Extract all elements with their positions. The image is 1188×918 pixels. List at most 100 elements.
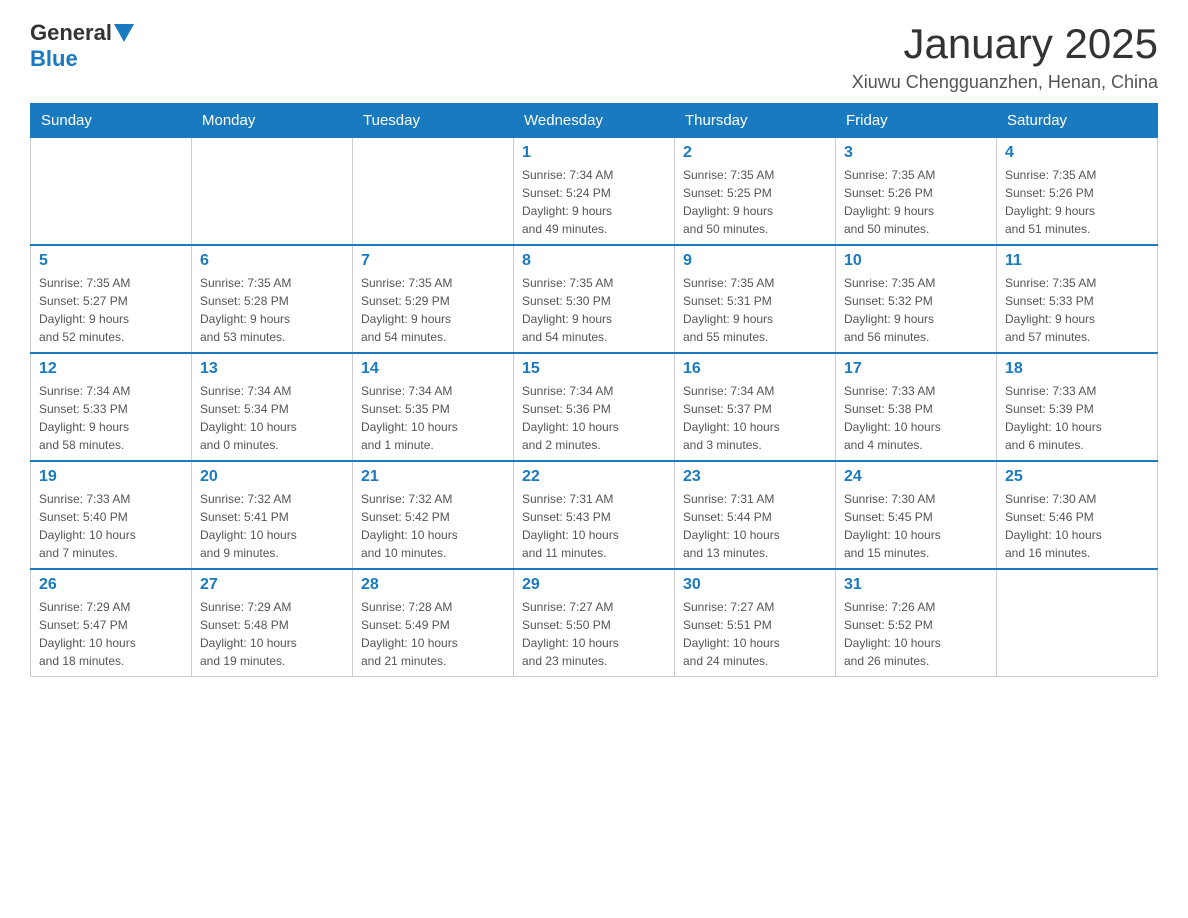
- weekday-header-sunday: Sunday: [31, 104, 192, 138]
- day-number: 3: [844, 144, 988, 162]
- weekday-header-monday: Monday: [192, 104, 353, 138]
- day-info: Sunrise: 7:33 AM Sunset: 5:39 PM Dayligh…: [1005, 382, 1149, 454]
- day-info: Sunrise: 7:33 AM Sunset: 5:38 PM Dayligh…: [844, 382, 988, 454]
- day-number: 11: [1005, 252, 1149, 270]
- day-number: 30: [683, 576, 827, 594]
- day-number: 22: [522, 468, 666, 486]
- calendar-cell: 4Sunrise: 7:35 AM Sunset: 5:26 PM Daylig…: [997, 138, 1158, 246]
- day-number: 9: [683, 252, 827, 270]
- day-info: Sunrise: 7:30 AM Sunset: 5:45 PM Dayligh…: [844, 490, 988, 562]
- day-number: 19: [39, 468, 183, 486]
- calendar-cell: 14 Sunrise: 7:34 AM Sunset: 5:35 PM Dayli…: [353, 353, 514, 461]
- day-number: 2: [683, 144, 827, 162]
- day-number: 14: [361, 360, 505, 378]
- day-number: 29: [522, 576, 666, 594]
- day-info: Sunrise: 7:35 AM Sunset: 5:25 PM Dayligh…: [683, 166, 827, 238]
- day-number: 20: [200, 468, 344, 486]
- day-number: 6: [200, 252, 344, 270]
- calendar-cell: 6 Sunrise: 7:35 AM Sunset: 5:28 PM Daylig…: [192, 245, 353, 353]
- day-number: 21: [361, 468, 505, 486]
- day-number: 12: [39, 360, 183, 378]
- calendar-cell: 17 Sunrise: 7:33 AM Sunset: 5:38 PM Dayli…: [836, 353, 997, 461]
- calendar-cell: [353, 138, 514, 246]
- calendar-week-row: 1Sunrise: 7:34 AM Sunset: 5:24 PM Daylig…: [31, 138, 1158, 246]
- title-section: January 2025 Xiuwu Chengguanzhen, Henan,…: [852, 20, 1158, 93]
- day-info: Sunrise: 7:28 AM Sunset: 5:49 PM Dayligh…: [361, 598, 505, 670]
- day-info: Sunrise: 7:32 AM Sunset: 5:41 PM Dayligh…: [200, 490, 344, 562]
- day-number: 25: [1005, 468, 1149, 486]
- logo: General Blue: [30, 20, 136, 72]
- calendar-cell: 9 Sunrise: 7:35 AM Sunset: 5:31 PM Daylig…: [675, 245, 836, 353]
- day-info: Sunrise: 7:34 AM Sunset: 5:33 PM Dayligh…: [39, 382, 183, 454]
- day-info: Sunrise: 7:34 AM Sunset: 5:37 PM Dayligh…: [683, 382, 827, 454]
- calendar-week-row: 26Sunrise: 7:29 AM Sunset: 5:47 PM Dayli…: [31, 569, 1158, 677]
- calendar-cell: 15 Sunrise: 7:34 AM Sunset: 5:36 PM Dayli…: [514, 353, 675, 461]
- day-number: 17: [844, 360, 988, 378]
- month-title: January 2025: [852, 20, 1158, 68]
- day-number: 31: [844, 576, 988, 594]
- page-header: General Blue January 2025 Xiuwu Chenggua…: [30, 20, 1158, 93]
- calendar-cell: 26Sunrise: 7:29 AM Sunset: 5:47 PM Dayli…: [31, 569, 192, 677]
- calendar-cell: 3 Sunrise: 7:35 AM Sunset: 5:26 PM Daylig…: [836, 138, 997, 246]
- day-info: Sunrise: 7:26 AM Sunset: 5:52 PM Dayligh…: [844, 598, 988, 670]
- calendar-table: SundayMondayTuesdayWednesdayThursdayFrid…: [30, 103, 1158, 677]
- weekday-header-wednesday: Wednesday: [514, 104, 675, 138]
- day-number: 16: [683, 360, 827, 378]
- day-info: Sunrise: 7:33 AM Sunset: 5:40 PM Dayligh…: [39, 490, 183, 562]
- day-info: Sunrise: 7:34 AM Sunset: 5:36 PM Dayligh…: [522, 382, 666, 454]
- day-number: 7: [361, 252, 505, 270]
- calendar-cell: 27Sunrise: 7:29 AM Sunset: 5:48 PM Dayli…: [192, 569, 353, 677]
- calendar-cell: [997, 569, 1158, 677]
- day-info: Sunrise: 7:27 AM Sunset: 5:50 PM Dayligh…: [522, 598, 666, 670]
- logo-general-text: General: [30, 20, 112, 46]
- day-info: Sunrise: 7:35 AM Sunset: 5:26 PM Dayligh…: [844, 166, 988, 238]
- calendar-cell: 2 Sunrise: 7:35 AM Sunset: 5:25 PM Daylig…: [675, 138, 836, 246]
- day-info: Sunrise: 7:34 AM Sunset: 5:34 PM Dayligh…: [200, 382, 344, 454]
- location-subtitle: Xiuwu Chengguanzhen, Henan, China: [852, 72, 1158, 93]
- day-number: 15: [522, 360, 666, 378]
- day-info: Sunrise: 7:30 AM Sunset: 5:46 PM Dayligh…: [1005, 490, 1149, 562]
- day-info: Sunrise: 7:35 AM Sunset: 5:27 PM Dayligh…: [39, 274, 183, 346]
- day-number: 24: [844, 468, 988, 486]
- day-info: Sunrise: 7:31 AM Sunset: 5:44 PM Dayligh…: [683, 490, 827, 562]
- day-number: 8: [522, 252, 666, 270]
- calendar-cell: 25 Sunrise: 7:30 AM Sunset: 5:46 PM Dayli…: [997, 461, 1158, 569]
- calendar-cell: 7Sunrise: 7:35 AM Sunset: 5:29 PM Daylig…: [353, 245, 514, 353]
- day-number: 4: [1005, 144, 1149, 162]
- calendar-cell: 30Sunrise: 7:27 AM Sunset: 5:51 PM Dayli…: [675, 569, 836, 677]
- calendar-week-row: 19 Sunrise: 7:33 AM Sunset: 5:40 PM Dayli…: [31, 461, 1158, 569]
- day-info: Sunrise: 7:31 AM Sunset: 5:43 PM Dayligh…: [522, 490, 666, 562]
- calendar-cell: 8 Sunrise: 7:35 AM Sunset: 5:30 PM Daylig…: [514, 245, 675, 353]
- day-number: 27: [200, 576, 344, 594]
- day-info: Sunrise: 7:32 AM Sunset: 5:42 PM Dayligh…: [361, 490, 505, 562]
- calendar-cell: 16 Sunrise: 7:34 AM Sunset: 5:37 PM Dayli…: [675, 353, 836, 461]
- day-number: 10: [844, 252, 988, 270]
- calendar-cell: 21 Sunrise: 7:32 AM Sunset: 5:42 PM Dayli…: [353, 461, 514, 569]
- day-info: Sunrise: 7:35 AM Sunset: 5:33 PM Dayligh…: [1005, 274, 1149, 346]
- calendar-cell: 11 Sunrise: 7:35 AM Sunset: 5:33 PM Dayli…: [997, 245, 1158, 353]
- calendar-cell: [192, 138, 353, 246]
- day-info: Sunrise: 7:29 AM Sunset: 5:47 PM Dayligh…: [39, 598, 183, 670]
- logo-arrow-icon: [114, 24, 134, 42]
- calendar-cell: 24 Sunrise: 7:30 AM Sunset: 5:45 PM Dayli…: [836, 461, 997, 569]
- weekday-header-friday: Friday: [836, 104, 997, 138]
- calendar-header-row: SundayMondayTuesdayWednesdayThursdayFrid…: [31, 104, 1158, 138]
- calendar-cell: 5 Sunrise: 7:35 AM Sunset: 5:27 PM Daylig…: [31, 245, 192, 353]
- day-number: 5: [39, 252, 183, 270]
- calendar-cell: 19 Sunrise: 7:33 AM Sunset: 5:40 PM Dayli…: [31, 461, 192, 569]
- day-number: 23: [683, 468, 827, 486]
- day-number: 13: [200, 360, 344, 378]
- day-info: Sunrise: 7:35 AM Sunset: 5:30 PM Dayligh…: [522, 274, 666, 346]
- day-info: Sunrise: 7:35 AM Sunset: 5:28 PM Dayligh…: [200, 274, 344, 346]
- calendar-cell: 28 Sunrise: 7:28 AM Sunset: 5:49 PM Dayli…: [353, 569, 514, 677]
- calendar-cell: 13 Sunrise: 7:34 AM Sunset: 5:34 PM Dayli…: [192, 353, 353, 461]
- day-info: Sunrise: 7:35 AM Sunset: 5:31 PM Dayligh…: [683, 274, 827, 346]
- calendar-cell: 1Sunrise: 7:34 AM Sunset: 5:24 PM Daylig…: [514, 138, 675, 246]
- calendar-week-row: 12 Sunrise: 7:34 AM Sunset: 5:33 PM Dayli…: [31, 353, 1158, 461]
- day-info: Sunrise: 7:34 AM Sunset: 5:35 PM Dayligh…: [361, 382, 505, 454]
- calendar-cell: 23 Sunrise: 7:31 AM Sunset: 5:44 PM Dayli…: [675, 461, 836, 569]
- day-number: 18: [1005, 360, 1149, 378]
- calendar-week-row: 5 Sunrise: 7:35 AM Sunset: 5:27 PM Daylig…: [31, 245, 1158, 353]
- day-number: 28: [361, 576, 505, 594]
- day-number: 1: [522, 144, 666, 162]
